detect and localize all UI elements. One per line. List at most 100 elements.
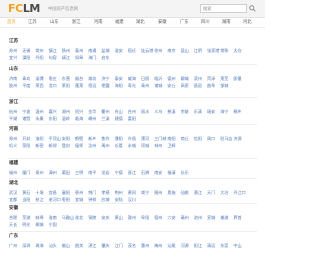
city-link[interactable]: 偃师 [75, 143, 83, 148]
city-link[interactable]: 鄂州 [75, 190, 83, 195]
city-link[interactable]: 襄阳 [62, 190, 70, 195]
city-link[interactable]: 梅州 [154, 243, 162, 248]
city-link[interactable]: 南京 [167, 48, 175, 53]
city-link[interactable]: 昌邑 [194, 83, 202, 88]
city-link[interactable]: 周口 [207, 136, 215, 141]
city-link[interactable]: 铜陵 [88, 215, 96, 220]
city-link[interactable]: 宁德 [115, 170, 123, 175]
city-link[interactable]: 莆田 [62, 170, 70, 175]
city-link[interactable]: 临海 [75, 116, 83, 121]
city-link[interactable]: 丹江口 [233, 190, 245, 195]
nav-item[interactable]: 安徽 [158, 20, 167, 25]
city-link[interactable]: 胶州 [9, 83, 17, 88]
city-link[interactable]: 永康 [35, 116, 43, 121]
nav-item[interactable]: 河南 [94, 20, 103, 25]
city-link[interactable]: 泉州 [35, 170, 43, 175]
city-link[interactable]: 诸城 [154, 83, 162, 88]
city-link[interactable]: 宁国 [49, 222, 57, 227]
city-link[interactable]: 启东 [101, 55, 109, 60]
city-link[interactable]: 许昌 [128, 136, 136, 141]
city-link[interactable]: 乐清 [194, 109, 202, 114]
city-link[interactable]: 龙口 [49, 83, 57, 88]
city-link[interactable]: 东莞 [220, 243, 228, 248]
city-link[interactable]: 东营 [62, 76, 70, 81]
city-link[interactable]: 枣阳 [62, 197, 70, 202]
city-link[interactable]: 太仓 [233, 48, 241, 53]
city-link[interactable]: 慈溪 [167, 109, 175, 114]
city-link[interactable]: 苏州 [9, 48, 17, 53]
city-link[interactable]: 洛阳 [35, 136, 43, 141]
city-link[interactable]: 中山 [233, 243, 241, 248]
city-link[interactable]: 建德 [115, 116, 123, 121]
city-link[interactable]: 平顶山 [49, 136, 61, 141]
city-link[interactable]: 莱西 [35, 83, 43, 88]
city-link[interactable]: 南通 [88, 48, 96, 53]
city-link[interactable]: 聊城 [181, 76, 189, 81]
city-link[interactable]: 天门 [207, 190, 215, 195]
city-link[interactable]: 莱阳 [62, 83, 70, 88]
city-link[interactable]: 宿州 [154, 215, 162, 220]
city-link[interactable]: 嵊州 [88, 116, 96, 121]
city-link[interactable]: 舟山 [115, 109, 123, 114]
city-link[interactable]: 淄博 [35, 76, 43, 81]
city-link[interactable]: 溧阳 [22, 55, 30, 60]
city-link[interactable]: 海门 [88, 55, 96, 60]
province-title[interactable]: 湖北 [9, 181, 18, 187]
city-link[interactable]: 徐州 [154, 48, 162, 53]
city-link[interactable]: 宜昌 [49, 190, 57, 195]
nav-item[interactable]: 湖北 [136, 20, 145, 25]
city-link[interactable]: 濮阳 [115, 136, 123, 141]
city-link[interactable]: 高密 [181, 83, 189, 88]
city-link[interactable]: 烟台 [75, 76, 83, 81]
city-link[interactable]: 温州 [35, 109, 43, 114]
city-link[interactable]: 泰安 [115, 76, 123, 81]
nav-item[interactable]: 广东 [180, 20, 189, 25]
city-link[interactable]: 深圳 [22, 243, 30, 248]
city-link[interactable]: 栖霞 [101, 83, 109, 88]
city-link[interactable]: 邹城 [220, 83, 228, 88]
province-title[interactable]: 山东 [9, 67, 18, 73]
city-link[interactable]: 巢湖 [220, 215, 228, 220]
city-link[interactable]: 漯河 [141, 136, 149, 141]
city-link[interactable]: 青岛 [22, 76, 30, 81]
city-link[interactable]: 汕头 [49, 243, 57, 248]
city-link[interactable]: 茂名 [128, 243, 136, 248]
city-link[interactable]: 阳江 [194, 243, 202, 248]
city-link[interactable]: 长葛 [115, 143, 123, 148]
city-link[interactable]: 蓬莱 [75, 83, 83, 88]
city-link[interactable]: 芜湖 [22, 215, 30, 220]
nav-item[interactable]: 福建 [115, 20, 124, 25]
city-link[interactable]: 当阳 [22, 197, 30, 202]
nav-item[interactable]: 四川 [201, 20, 210, 25]
city-link[interactable]: 汝州 [88, 143, 96, 148]
city-link[interactable]: 嘉兴 [49, 109, 57, 114]
city-link[interactable]: 鹤壁 [75, 136, 83, 141]
city-link[interactable]: 新乡 [88, 136, 96, 141]
city-link[interactable]: 十堰 [35, 190, 43, 195]
province-title[interactable]: 江苏 [9, 39, 18, 45]
nav-item[interactable]: 首页 [7, 20, 16, 25]
city-link[interactable]: 杭州 [9, 109, 17, 114]
city-link[interactable]: 福州 [9, 170, 17, 175]
city-link[interactable]: 天长 [9, 222, 17, 227]
city-link[interactable]: 汕尾 [167, 243, 175, 248]
city-link[interactable]: 肇庆 [101, 243, 109, 248]
city-link[interactable]: 诸暨 [22, 116, 30, 121]
city-link[interactable]: 曲阜 [207, 83, 215, 88]
city-link[interactable]: 广州 [9, 243, 17, 248]
nav-item[interactable]: 浙江 [72, 20, 81, 25]
city-link[interactable]: 湛江 [88, 243, 96, 248]
city-link[interactable]: 登封 [62, 143, 70, 148]
city-link[interactable]: 新密 [35, 143, 43, 148]
city-link[interactable]: 韶关 [75, 243, 83, 248]
city-link[interactable]: 寿光 [128, 83, 136, 88]
city-link[interactable]: 大冶 [220, 190, 228, 195]
city-link[interactable]: 富阳 [128, 116, 136, 121]
city-link[interactable]: 句容 [49, 55, 57, 60]
city-link[interactable]: 荆州 [115, 190, 123, 195]
city-link[interactable]: 湖州 [62, 109, 70, 114]
city-link[interactable]: 汉川 [128, 197, 136, 202]
city-link[interactable]: 安庆 [101, 215, 109, 220]
city-link[interactable]: 东阳 [49, 116, 57, 121]
city-link[interactable]: 常熟 [220, 48, 228, 53]
